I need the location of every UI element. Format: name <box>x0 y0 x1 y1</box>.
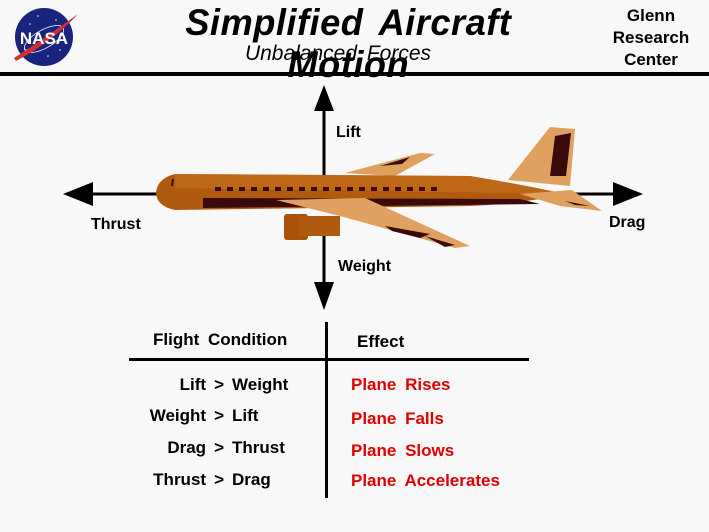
header-effect: Effect <box>357 332 405 351</box>
svg-text:NASA: NASA <box>20 29 68 48</box>
table-row-effect: Plane Accelerates <box>351 471 500 490</box>
weight-arrow-head <box>314 282 334 310</box>
center-line-1: Glenn <box>626 6 676 25</box>
center-name: Glenn Research Center <box>596 5 706 71</box>
lift-label: Lift <box>336 124 361 141</box>
center-line-2: Research <box>612 28 690 47</box>
table-row-condition: Lift > Weight <box>179 375 289 394</box>
thrust-arrow-head <box>63 182 93 206</box>
table-row-effect: Plane Slows <box>351 441 455 460</box>
table-column-divider <box>325 322 328 498</box>
aircraft-icon <box>156 127 602 248</box>
header-flight-condition: Flight Condition <box>153 330 288 349</box>
weight-label: Weight <box>338 258 392 275</box>
table-row-condition: Thrust > Drag <box>153 470 271 489</box>
drag-label: Drag <box>609 214 646 231</box>
table-row-condition: Drag > Thrust <box>167 438 285 457</box>
force-diagram <box>63 85 643 310</box>
table-row-condition: Weight > Lift <box>149 406 259 425</box>
drag-arrow-head <box>613 182 643 206</box>
center-line-3: Center <box>624 50 678 69</box>
lift-arrow-head <box>314 85 334 111</box>
table-row-effect: Plane Falls <box>351 409 444 428</box>
page-subtitle: Unbalanced Forces <box>244 42 432 65</box>
nasa-logo: NASA <box>14 8 78 66</box>
table-row-effect: Plane Rises <box>351 375 451 394</box>
table-header-divider <box>129 358 529 361</box>
thrust-label: Thrust <box>91 216 141 233</box>
